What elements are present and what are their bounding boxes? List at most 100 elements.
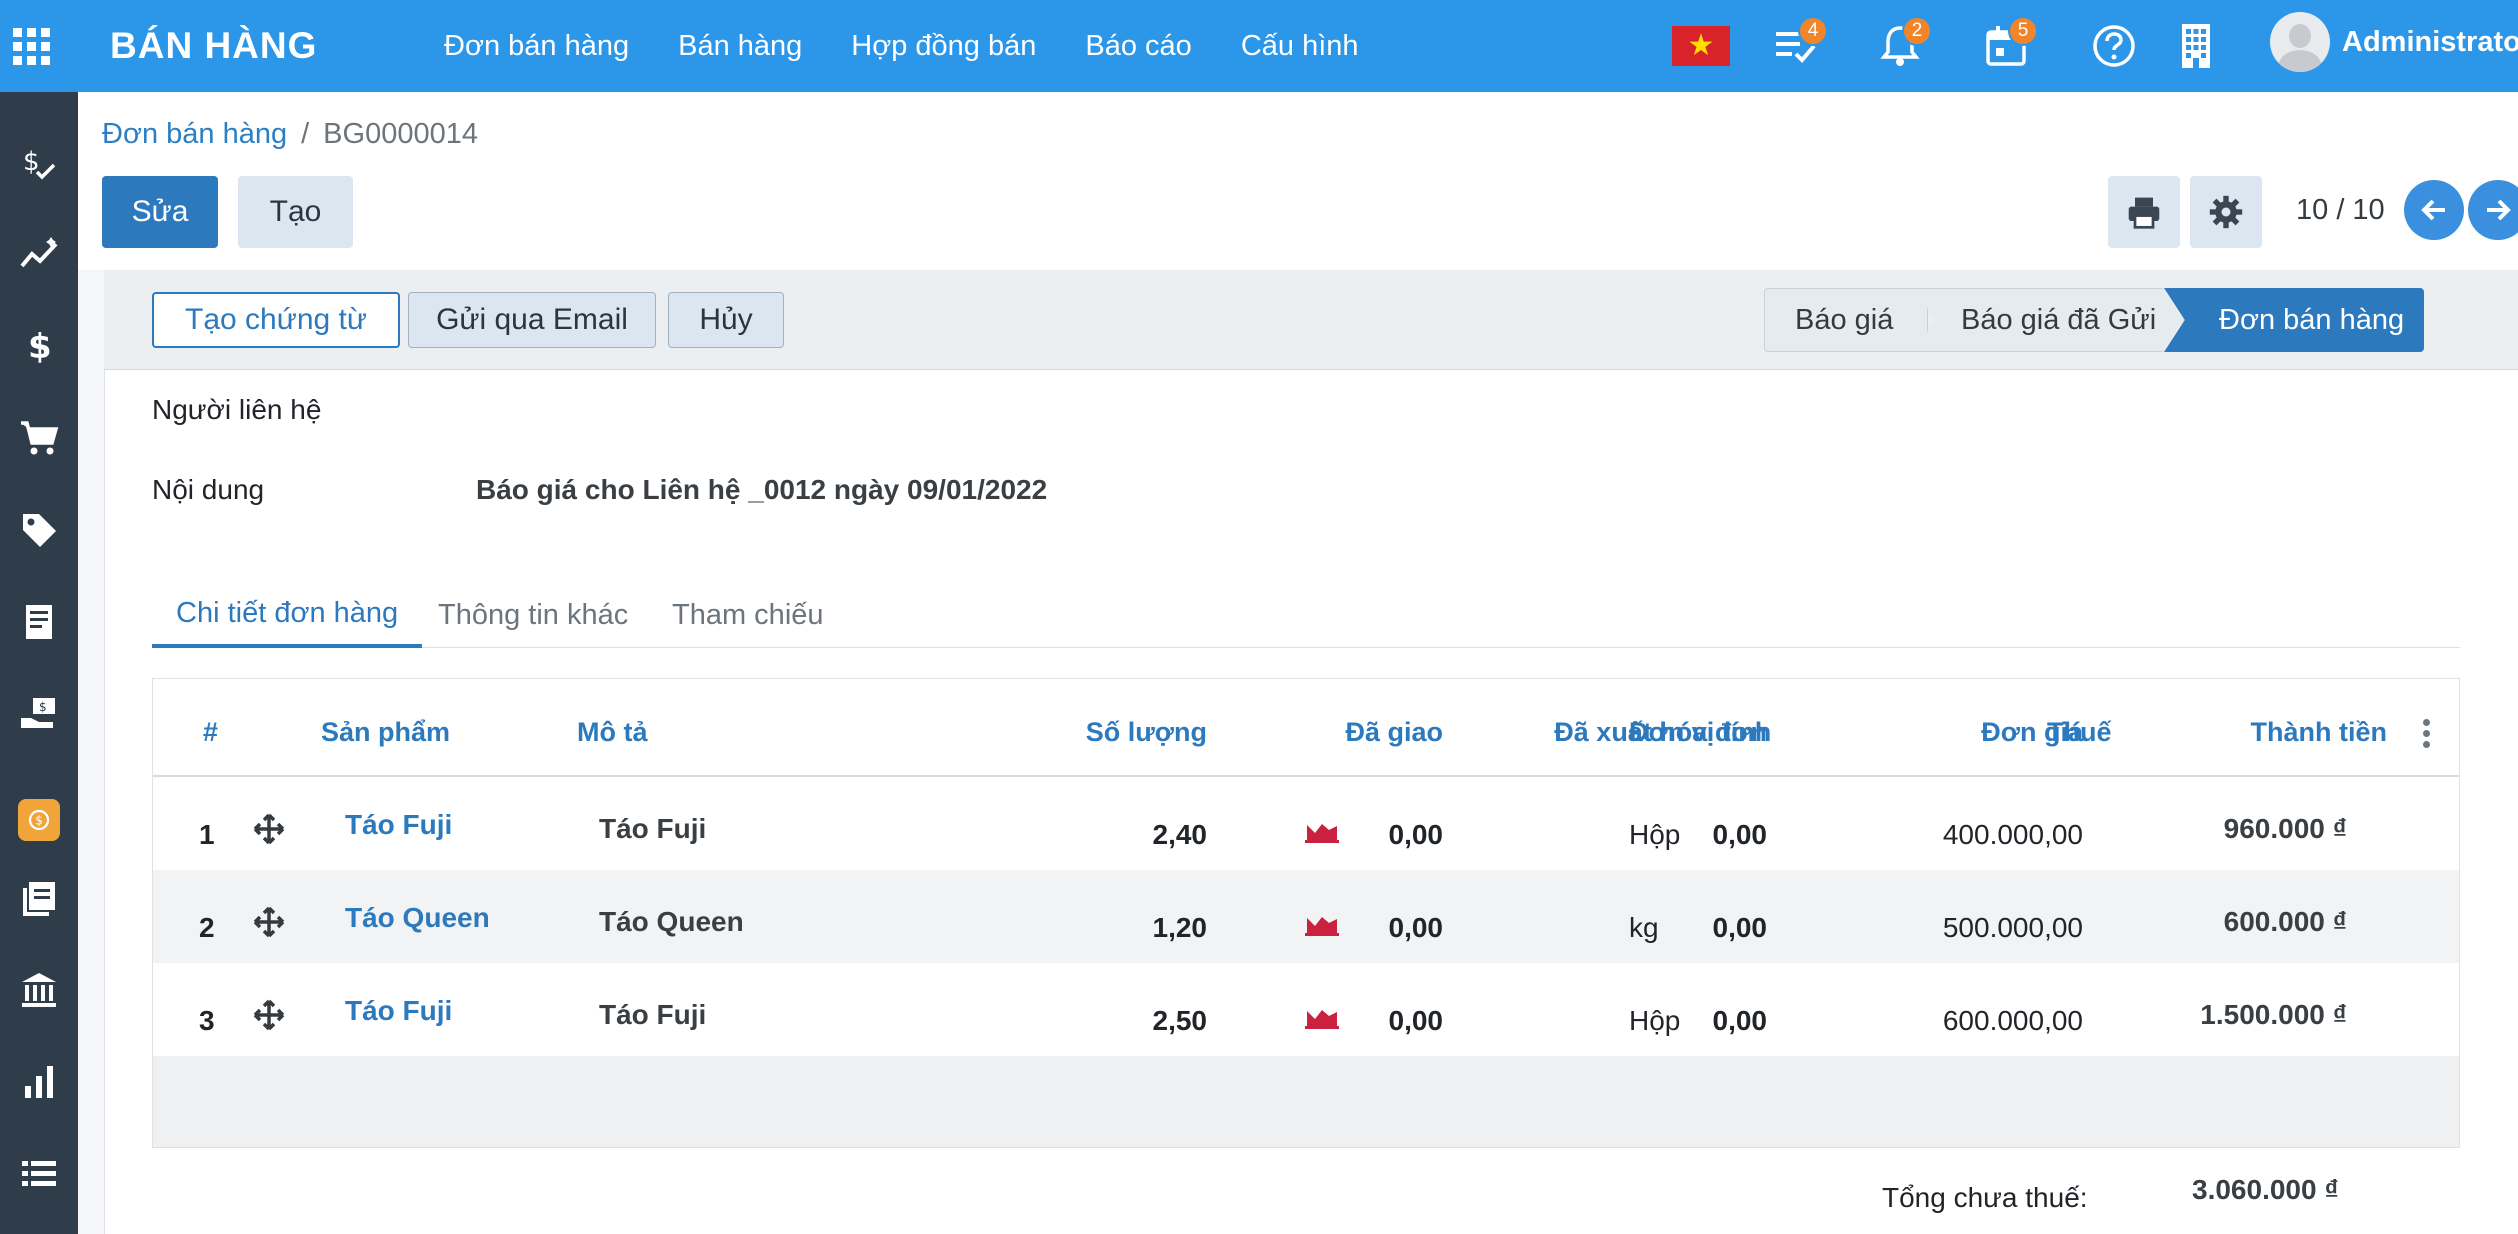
column-uom[interactable]: Đơn vị tính [1629,717,1771,748]
drag-handle-icon[interactable] [253,813,285,845]
dollar-check-icon[interactable]: $ [0,132,78,192]
drag-handle-icon[interactable] [253,906,285,938]
books-icon[interactable] [0,868,78,928]
notifications-button[interactable]: 2 [1876,16,1932,70]
menu-item-contracts[interactable]: Hợp đồng bán [851,30,1036,63]
breadcrumb-separator: / [301,118,310,150]
drag-handle-icon[interactable] [253,999,285,1031]
uom-cell: Hộp [1629,819,1681,850]
list-icon[interactable] [0,1144,78,1204]
send-email-button[interactable]: Gửi qua Email [408,292,656,348]
subtotal-cell: 1.500.000 ₫ [2200,999,2347,1030]
column-tax[interactable]: Thuế [2047,717,2112,748]
tab-references[interactable]: Tham chiếu [672,582,824,648]
breadcrumb: Đơn bán hàng / BG0000014 [102,118,478,151]
uom-cell: kg [1629,912,1659,943]
vietnam-flag-icon[interactable]: ★ [1672,26,1730,66]
subtotal-cell: 600.000 ₫ [2223,906,2347,937]
cancel-button[interactable]: Hủy [668,292,784,348]
trend-icon[interactable] [0,224,78,284]
stage-quotation[interactable]: Báo giá [1764,288,1928,352]
quantity-cell: 2,40 [1152,819,1208,850]
quantity-cell: 1,20 [1152,912,1208,943]
order-lines-table: # Sản phẩm Mô tả Số lượng Đã giao Đã xuấ… [152,678,2460,1148]
table-row[interactable]: 1 Táo Fuji Táo Fuji 2,40 0,00 0,00 Hộp 4… [153,777,2459,870]
product-link[interactable]: Táo Queen [345,902,490,934]
breadcrumb-current: BG0000014 [323,118,478,150]
product-link[interactable]: Táo Fuji [345,809,452,841]
help-button[interactable] [2090,22,2138,70]
action-button[interactable] [2190,176,2262,248]
bar-chart-icon[interactable] [0,1052,78,1112]
content-value[interactable]: Báo giá cho Liên hệ _0012 ngày 09/01/202… [476,474,1047,506]
invoiced-cell: 0,00 [1712,912,1768,943]
apps-menu-button[interactable] [0,0,62,92]
top-menu: Đơn bán hàng Bán hàng Hợp đồng bán Báo c… [444,30,1408,63]
table-row[interactable]: 2 Táo Queen Táo Queen 1,20 0,00 0,00 kg … [153,870,2459,963]
unit-price-cell: 400.000,00 [1942,819,2083,850]
column-number[interactable]: # [203,717,218,748]
contact-label: Người liên hệ [152,394,322,425]
table-header: # Sản phẩm Mô tả Số lượng Đã giao Đã xuấ… [153,679,2459,777]
grid-icon [12,27,50,65]
column-subtotal[interactable]: Thành tiền [2153,717,2388,748]
svg-text:$: $ [28,327,52,366]
menu-item-configuration[interactable]: Cấu hình [1241,30,1359,63]
create-document-button[interactable]: Tạo chứng từ [152,292,400,348]
previous-button[interactable] [2404,180,2464,240]
company-switch-button[interactable] [2172,22,2220,70]
app-icon[interactable]: $ [0,790,78,850]
invoiced-cell: 0,00 [1712,1005,1768,1036]
app-title: BÁN HÀNG [110,25,318,66]
help-icon [2093,25,2135,67]
description-cell: Táo Queen [599,906,744,937]
area-chart-icon[interactable] [1305,819,1339,843]
hand-money-icon[interactable]: $ [0,684,78,744]
area-chart-icon[interactable] [1305,1005,1339,1029]
unit-price-cell: 600.000,00 [1942,1005,2083,1036]
product-link[interactable]: Táo Fuji [345,995,452,1027]
uom-cell: Hộp [1629,1005,1681,1036]
menu-item-sale-orders[interactable]: Đơn bán hàng [444,30,629,63]
user-menu[interactable]: Administrator [2270,12,2518,72]
column-options-icon[interactable] [2423,719,2430,752]
menu-item-reports[interactable]: Báo cáo [1085,30,1191,63]
calendar-button[interactable]: 5 [1982,16,2038,70]
receipt-icon[interactable] [0,592,78,652]
arrow-right-icon [2487,199,2511,221]
description-cell: Táo Fuji [599,813,707,844]
column-delivered[interactable]: Đã giao [1193,717,1443,748]
print-icon [2128,197,2160,229]
untaxed-total-label: Tổng chưa thuế: [1882,1182,2088,1213]
form-tabs: Chi tiết đơn hàng Thông tin khác Tham ch… [152,582,2460,648]
avatar [2270,12,2330,72]
row-number: 3 [199,1005,215,1036]
edit-button[interactable]: Sửa [102,176,218,248]
column-description[interactable]: Mô tả [577,717,648,748]
next-button[interactable] [2468,180,2518,240]
subtotal-cell: 960.000 ₫ [2223,813,2347,844]
status-stages: Báo giá Báo giá đã Gửi Đơn bán hàng [1764,288,2424,352]
tag-icon[interactable] [0,500,78,560]
menu-item-sales[interactable]: Bán hàng [678,30,802,63]
pager-value[interactable]: 10 / 10 [2296,194,2385,227]
gear-icon [2209,195,2243,229]
dollar-icon[interactable]: $ [0,316,78,376]
stage-quotation-sent[interactable]: Báo giá đã Gửi [1914,288,2184,352]
stage-sales-order[interactable]: Đơn bán hàng [2164,288,2424,352]
tab-order-details[interactable]: Chi tiết đơn hàng [152,582,423,648]
area-chart-icon[interactable] [1305,912,1339,936]
column-quantity[interactable]: Số lượng [933,717,1207,748]
breadcrumb-parent[interactable]: Đơn bán hàng [102,118,287,151]
print-button[interactable] [2108,176,2180,248]
table-row[interactable]: 3 Táo Fuji Táo Fuji 2,50 0,00 0,00 Hộp 6… [153,963,2459,1056]
column-product[interactable]: Sản phẩm [321,717,450,748]
cart-icon[interactable] [0,408,78,468]
bank-icon[interactable] [0,960,78,1020]
tab-other-info[interactable]: Thông tin khác [438,582,628,648]
activities-badge: 4 [1798,16,1828,46]
quantity-cell: 2,50 [1152,1005,1208,1036]
activities-button[interactable]: 4 [1772,16,1828,70]
create-button[interactable]: Tạo [238,176,353,248]
row-number: 2 [199,912,215,943]
